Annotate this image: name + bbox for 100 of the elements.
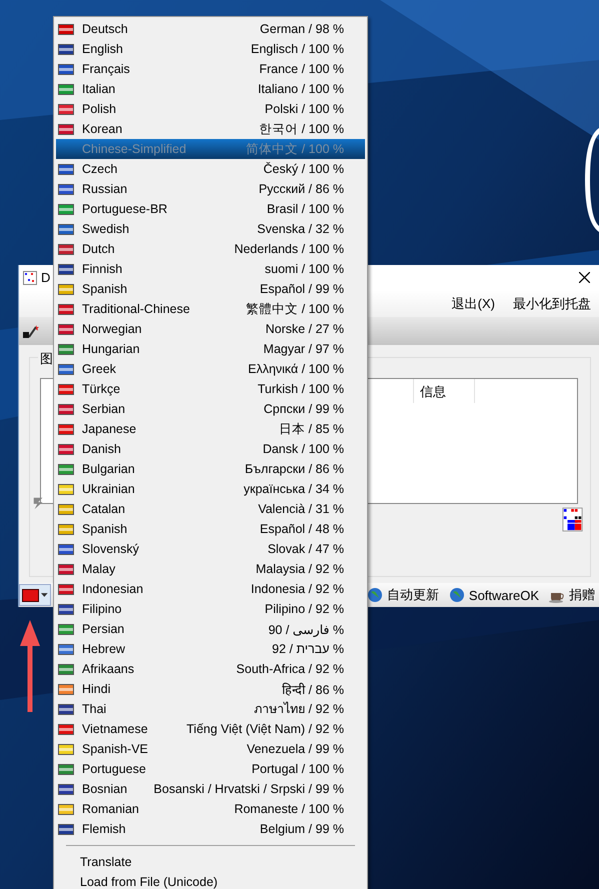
- language-name: Spanish-VE: [82, 742, 148, 756]
- language-info: France / 100 %: [258, 62, 344, 76]
- language-info: Svenska / 32 %: [256, 222, 344, 236]
- menu-item[interactable]: Korean 한국어 / 100 %: [56, 119, 365, 139]
- language-info: German / 98 %: [258, 22, 344, 36]
- language-name: Catalan: [82, 502, 126, 516]
- language-name: Ukrainian: [82, 482, 135, 496]
- menu-item[interactable]: Slovenský Slovak / 47 %: [56, 539, 365, 559]
- menu-item[interactable]: Bulgarian Български / 86 %: [56, 459, 365, 479]
- language-info: Malaysia / 92 %: [254, 562, 344, 576]
- language-info: עברית / 92 %: [271, 642, 344, 656]
- menu-item[interactable]: Afrikaans South-Africa / 92 %: [56, 659, 365, 679]
- menu-item[interactable]: Türkçe Turkish / 100 %: [56, 379, 365, 399]
- language-info: Romaneste / 100 %: [233, 802, 344, 816]
- menu-item[interactable]: Hungarian Magyar / 97 %: [56, 339, 365, 359]
- menu-item[interactable]: Finnish suomi / 100 %: [56, 259, 365, 279]
- menu-item[interactable]: Load from File (Unicode): [56, 872, 365, 889]
- language-info: Български / 86 %: [244, 462, 344, 476]
- magic-wand-icon: [23, 324, 39, 338]
- menu-item[interactable]: Polish Polski / 100 %: [56, 99, 365, 119]
- language-info: Brasil / 100 %: [266, 202, 344, 216]
- language-name: Italian: [82, 82, 116, 96]
- menu-item[interactable]: English Englisch / 100 %: [56, 39, 365, 59]
- language-name: Deutsch: [82, 22, 128, 36]
- language-button[interactable]: [19, 584, 51, 606]
- language-name: Czech: [82, 162, 118, 176]
- grid-icon: [23, 270, 37, 284]
- language-name: Korean: [82, 122, 122, 136]
- menu-item[interactable]: Serbian Српски / 99 %: [56, 399, 365, 419]
- language-info: Ελληνικά / 100 %: [246, 362, 344, 376]
- menu-item[interactable]: Russian Русский / 86 %: [56, 179, 365, 199]
- globe-icon: [448, 587, 465, 603]
- language-name: Portuguese-BR: [82, 202, 168, 216]
- language-info: 한국어 / 100 %: [258, 120, 344, 138]
- menu-item[interactable]: Portuguese-BR Brasil / 100 %: [56, 199, 365, 219]
- language-info: हिन्दी / 86 %: [281, 682, 344, 698]
- status-item[interactable]: 自动更新: [386, 586, 439, 604]
- language-name: Serbian: [82, 402, 126, 416]
- menu-item[interactable]: 退出(X): [452, 294, 495, 312]
- language-info: Portugal / 100 %: [250, 762, 344, 776]
- language-info: Slovak / 47 %: [266, 542, 344, 556]
- language-name: Bulgarian: [82, 462, 135, 476]
- language-info: Český / 100 %: [262, 162, 344, 176]
- language-info: Indonesia / 92 %: [250, 582, 344, 596]
- column-header[interactable]: 信息: [414, 379, 475, 403]
- language-name: Norwegian: [82, 322, 142, 336]
- language-info: 繁體中文 / 100 %: [245, 300, 344, 318]
- menu-item[interactable]: Ukrainian українська / 34 %: [56, 479, 365, 499]
- language-name: Afrikaans: [82, 662, 134, 676]
- menu-item[interactable]: Flemish Belgium / 99 %: [56, 819, 365, 839]
- menu-item[interactable]: 最小化到托盘: [513, 294, 591, 312]
- menu-item[interactable]: Vietnamese Tiếng Việt (Việt Nam) / 92 %: [56, 719, 365, 739]
- menu-item[interactable]: Czech Český / 100 %: [56, 159, 365, 179]
- language-info: Bosanski / Hrvatski / Srpski / 99 %: [152, 782, 344, 796]
- language-name: Traditional-Chinese: [82, 302, 190, 316]
- menu-item[interactable]: Français France / 100 %: [56, 59, 365, 79]
- close-icon: [578, 272, 590, 283]
- menu-item[interactable]: Thai ภาษาไทย / 92 %: [56, 699, 365, 719]
- language-info: Venezuela / 99 %: [246, 742, 344, 756]
- menu-item[interactable]: Danish Dansk / 100 %: [56, 439, 365, 459]
- language-info: Belgium / 99 %: [258, 822, 344, 836]
- menu-item[interactable]: Traditional-Chinese 繁體中文 / 100 %: [56, 299, 365, 319]
- language-info: Dansk / 100 %: [262, 442, 344, 456]
- language-info: فارسی / 90 %: [267, 622, 344, 636]
- language-name: Slovenský: [82, 542, 139, 556]
- language-info: Polski / 100 %: [264, 102, 344, 116]
- menu-item[interactable]: Portuguese Portugal / 100 %: [56, 759, 365, 779]
- menu-item[interactable]: Translate: [56, 852, 365, 872]
- language-info: ภาษาไทย / 92 %: [253, 700, 344, 718]
- menu-item[interactable]: Dutch Nederlands / 100 %: [56, 239, 365, 259]
- language-name: Hebrew: [82, 642, 126, 656]
- language-name: Malay: [82, 562, 116, 576]
- menu-item[interactable]: Malay Malaysia / 92 %: [56, 559, 365, 579]
- menu-item[interactable]: Indonesian Indonesia / 92 %: [56, 579, 365, 599]
- menu-item[interactable]: Deutsch German / 98 %: [56, 19, 365, 39]
- menu-item[interactable]: Spanish Español / 99 %: [56, 279, 365, 299]
- menu-item[interactable]: Japanese 日本 / 85 %: [56, 419, 365, 439]
- menu-item[interactable]: Italian Italiano / 100 %: [56, 79, 365, 99]
- menu-item[interactable]: Hindi हिन्दी / 86 %: [56, 679, 365, 699]
- status-item[interactable]: 捐赠: [569, 586, 595, 604]
- menu-item[interactable]: Spanish-VE Venezuela / 99 %: [56, 739, 365, 759]
- menu-item[interactable]: Spanish Español / 48 %: [56, 519, 365, 539]
- language-info: suomi / 100 %: [264, 262, 344, 276]
- language-name: Dutch: [82, 242, 115, 256]
- language-info: 日本 / 85 %: [278, 420, 344, 438]
- menu-item[interactable]: Romanian Romaneste / 100 %: [56, 799, 365, 819]
- language-info: 简体中文 / 100 %: [245, 140, 344, 158]
- language-info: Español / 99 %: [258, 282, 344, 296]
- language-name: Japanese: [82, 422, 136, 436]
- language-info: Tiếng Việt (Việt Nam) / 92 %: [186, 722, 344, 736]
- language-info: Italiano / 100 %: [256, 82, 344, 96]
- globe-icon: [366, 587, 383, 603]
- menu-item[interactable]: Catalan Valencià / 31 %: [56, 499, 365, 519]
- menu-item[interactable]: Bosnian Bosanski / Hrvatski / Srpski / 99 %: [56, 779, 365, 799]
- menu-item[interactable]: Greek Ελληνικά / 100 %: [56, 359, 365, 379]
- language-name: Vietnamese: [82, 722, 148, 736]
- language-name: Spanish: [82, 522, 128, 536]
- menu-item[interactable]: Filipino Pilipino / 92 %: [56, 599, 365, 619]
- menu-item[interactable]: Swedish Svenska / 32 %: [56, 219, 365, 239]
- status-item[interactable]: SoftwareOK: [468, 588, 539, 602]
